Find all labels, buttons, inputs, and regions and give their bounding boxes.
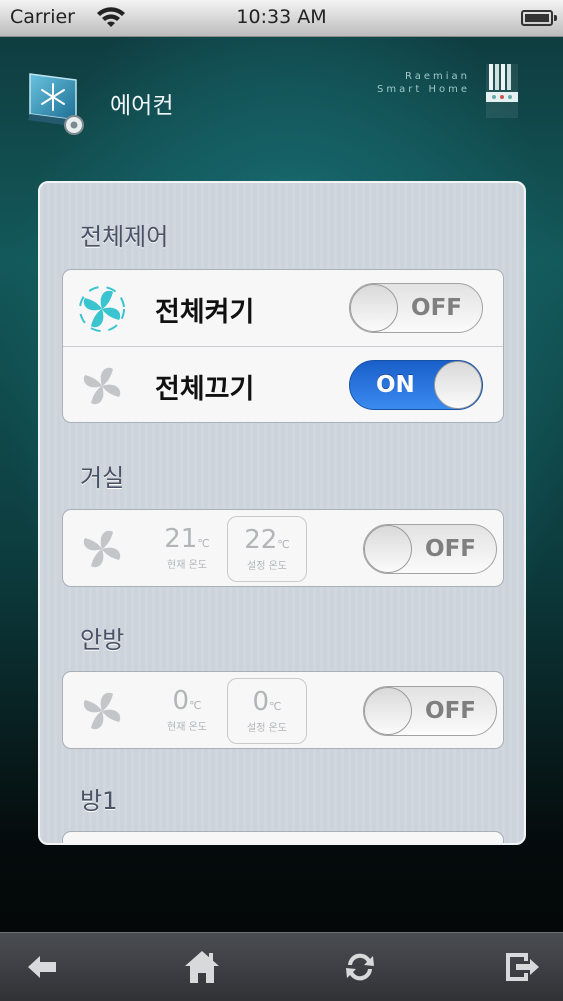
current-temperature: 21℃ 현재 온도 <box>147 524 227 571</box>
set-temp-caption: 설정 온도 <box>247 723 287 734</box>
power-all-on-label: 전체켜기 <box>155 297 255 328</box>
power-all-off-toggle[interactable]: ON <box>349 360 483 410</box>
back-arrow-icon[interactable] <box>22 947 62 987</box>
power-all-on-toggle[interactable]: OFF <box>349 283 483 333</box>
master-room-power-toggle[interactable]: OFF <box>363 686 497 736</box>
clock: 10:33 AM <box>236 6 327 28</box>
set-temperature-button[interactable]: 22℃ 설정 온도 <box>227 516 307 582</box>
set-temp-value: 22 <box>244 525 278 555</box>
fan-inactive-icon <box>83 367 121 405</box>
section-title-master-room: 안방 <box>80 626 125 654</box>
aircon-snowflake-gear-icon <box>28 73 84 135</box>
toggle-state-label: OFF <box>411 295 462 321</box>
section-title-room1: 방1 <box>80 787 118 815</box>
fan-active-icon <box>79 286 125 332</box>
living-room-group: 21℃ 현재 온도 22℃ 설정 온도 OFF <box>62 509 504 587</box>
current-temp-caption: 현재 온도 <box>167 722 207 733</box>
bottom-toolbar <box>0 932 563 1001</box>
current-temperature: 0℃ 현재 온도 <box>147 686 227 733</box>
brand-line-1: Raemian <box>405 71 470 82</box>
master-room-group: 0℃ 현재 온도 0℃ 설정 온도 OFF <box>62 671 504 749</box>
list-item-living-room: 21℃ 현재 온도 22℃ 설정 온도 OFF <box>63 510 503 586</box>
current-temp-value: 21 <box>164 524 198 554</box>
current-temp-value: 0 <box>172 686 190 716</box>
aircon-control-panel[interactable]: 전체제어 전체켜기 OFF 전체끄기 ON 거실 21℃ 현재 온도 22℃ 설… <box>38 181 526 845</box>
home-icon[interactable] <box>182 947 222 987</box>
section-title-all-control: 전체제어 <box>80 223 169 251</box>
toggle-knob[interactable] <box>364 525 412 573</box>
refresh-icon[interactable] <box>340 947 380 987</box>
set-temp-unit: ℃ <box>277 538 290 551</box>
toggle-knob[interactable] <box>434 361 482 409</box>
toggle-knob[interactable] <box>350 284 398 332</box>
page-title: 에어컨 <box>110 93 174 119</box>
current-temp-caption: 현재 온도 <box>167 560 207 571</box>
battery-icon <box>521 10 557 26</box>
raemian-logo <box>486 64 518 118</box>
toggle-state-label: ON <box>376 372 415 398</box>
list-item-master-room: 0℃ 현재 온도 0℃ 설정 온도 OFF <box>63 672 503 748</box>
fan-inactive-icon <box>83 692 121 730</box>
fan-inactive-icon <box>83 530 121 568</box>
current-temp-unit: ℃ <box>197 537 210 550</box>
set-temperature-button[interactable]: 0℃ 설정 온도 <box>227 678 307 744</box>
list-item-power-all-off: 전체끄기 ON <box>63 346 503 423</box>
set-temp-unit: ℃ <box>269 700 282 713</box>
brand-text: Raemian Smart Home <box>340 70 470 96</box>
list-item-power-all-on: 전체켜기 OFF <box>63 270 503 346</box>
power-all-off-label: 전체끄기 <box>155 374 255 405</box>
set-temp-caption: 설정 온도 <box>247 561 287 572</box>
toggle-state-label: OFF <box>425 698 476 724</box>
status-bar: Carrier 10:33 AM <box>0 0 563 37</box>
brand-line-2: Smart Home <box>377 84 470 95</box>
living-room-power-toggle[interactable]: OFF <box>363 524 497 574</box>
toggle-state-label: OFF <box>425 536 476 562</box>
room1-group <box>62 831 504 843</box>
exit-icon[interactable] <box>502 947 542 987</box>
current-temp-unit: ℃ <box>189 699 202 712</box>
toggle-knob[interactable] <box>364 687 412 735</box>
section-title-living-room: 거실 <box>80 464 125 492</box>
set-temp-value: 0 <box>252 687 270 717</box>
all-control-group: 전체켜기 OFF 전체끄기 ON <box>62 269 504 423</box>
